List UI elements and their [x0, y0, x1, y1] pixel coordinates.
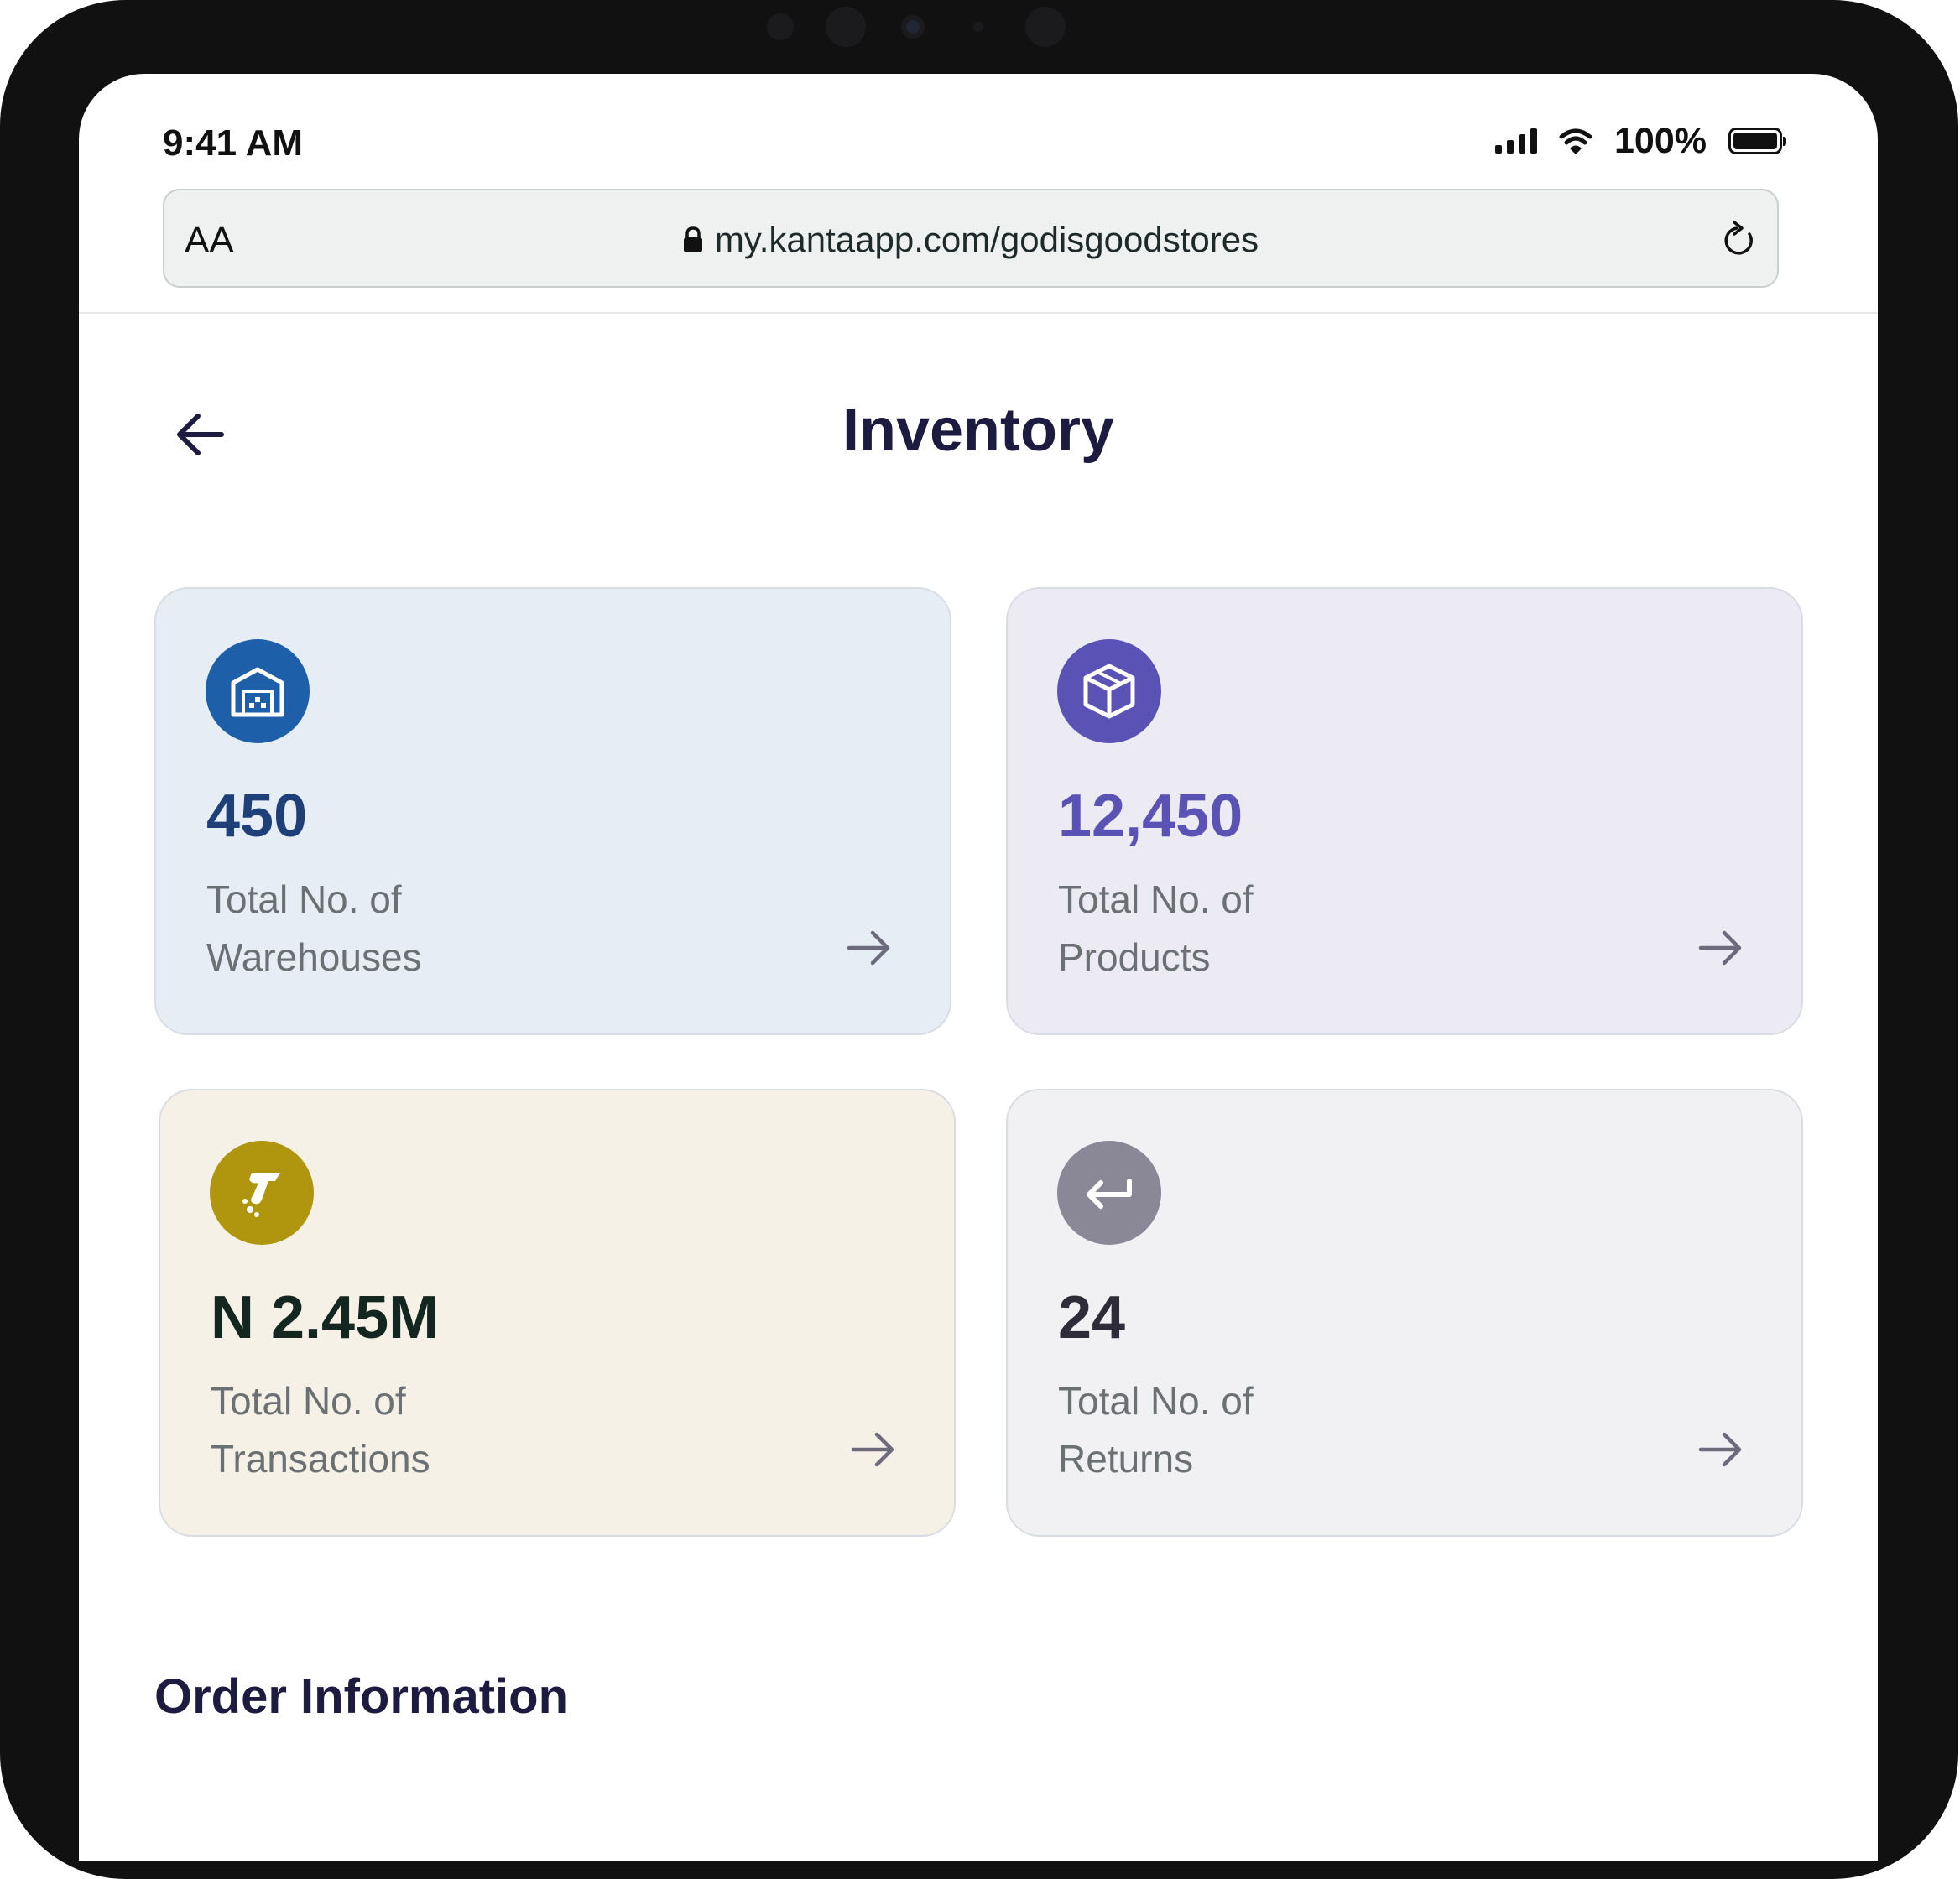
cellular-signal-icon: [1495, 128, 1538, 154]
url-text: my.kantaapp.com/godisgoodstores: [714, 220, 1259, 259]
returns-label: Total No. of Returns: [1058, 1372, 1561, 1488]
warehouses-label: Total No. of Warehouses: [206, 871, 710, 986]
camera-lens: [901, 15, 925, 39]
warehouses-count: 450: [206, 783, 308, 850]
label-line: Returns: [1058, 1437, 1194, 1481]
transactions-card[interactable]: N 2.45M Total No. of Transactions: [159, 1089, 956, 1537]
payment-icon: [210, 1141, 314, 1245]
label-line: Warehouses: [206, 935, 422, 979]
return-icon: [1057, 1141, 1161, 1245]
returns-count: 24: [1058, 1284, 1126, 1351]
label-line: Total No. of: [1058, 1379, 1254, 1423]
toolbar-divider: [79, 312, 1878, 314]
device-bezel: 9:41 AM 100% AA my.kantaapp.com/godisgoo…: [0, 0, 1958, 1879]
battery-icon: [1728, 128, 1786, 154]
address-bar[interactable]: AA my.kantaapp.com/godisgoodstores: [163, 189, 1779, 288]
label-line: Transactions: [211, 1437, 430, 1481]
products-label: Total No. of Products: [1058, 871, 1561, 986]
label-line: Total No. of: [206, 877, 402, 921]
url-field[interactable]: my.kantaapp.com/godisgoodstores: [164, 220, 1777, 259]
sensor-dot: [826, 7, 866, 47]
lock-icon: [683, 226, 702, 252]
box-icon: [1057, 639, 1161, 743]
status-time: 9:41 AM: [163, 122, 304, 164]
warehouse-icon: [206, 639, 310, 743]
sensor-dot: [767, 13, 794, 40]
arrow-right-icon[interactable]: [1697, 924, 1744, 971]
order-information-heading: Order Information: [154, 1669, 569, 1724]
sensor-dot: [1025, 7, 1066, 47]
device-screen: 9:41 AM 100% AA my.kantaapp.com/godisgoo…: [79, 74, 1878, 1861]
sensor-dot: [973, 22, 983, 32]
transactions-label: Total No. of Transactions: [211, 1372, 714, 1488]
arrow-right-icon[interactable]: [850, 1426, 897, 1473]
products-card[interactable]: 12,450 Total No. of Products: [1006, 587, 1803, 1035]
battery-percentage: 100%: [1614, 120, 1707, 161]
transactions-amount: N 2.45M: [211, 1284, 440, 1351]
label-line: Total No. of: [1058, 877, 1254, 921]
returns-card[interactable]: 24 Total No. of Returns: [1006, 1089, 1803, 1537]
arrow-right-icon[interactable]: [846, 924, 893, 971]
arrow-right-icon[interactable]: [1697, 1426, 1744, 1473]
wifi-icon: [1559, 128, 1592, 154]
label-line: Total No. of: [211, 1379, 406, 1423]
reload-icon[interactable]: [1720, 219, 1759, 259]
warehouses-card[interactable]: 450 Total No. of Warehouses: [154, 587, 951, 1035]
status-indicators: 100%: [1495, 120, 1786, 162]
label-line: Products: [1058, 935, 1211, 979]
page-title: Inventory: [842, 397, 1115, 464]
products-count: 12,450: [1058, 783, 1243, 850]
